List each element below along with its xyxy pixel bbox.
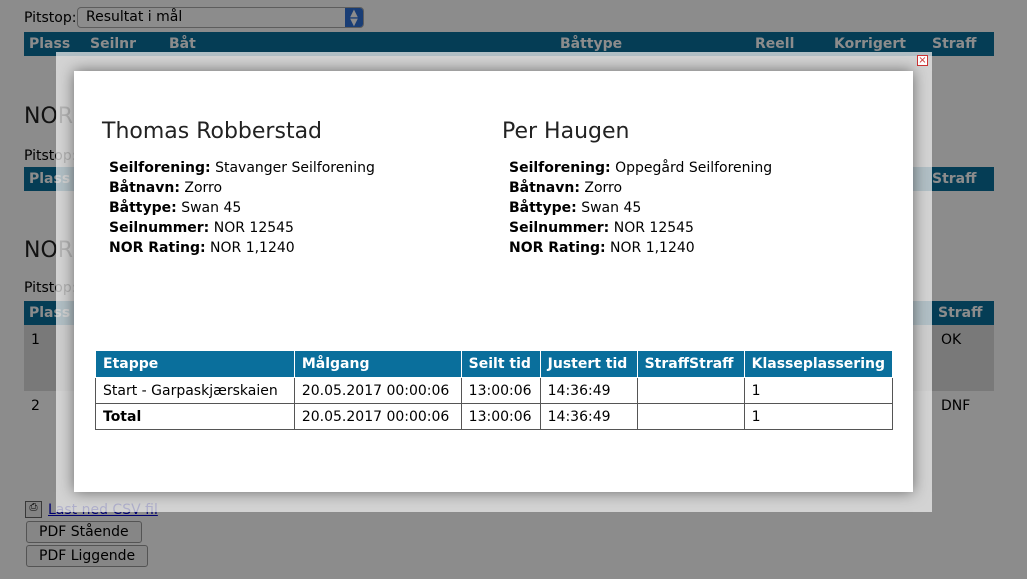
- field-label: Seilforening:: [109, 160, 211, 176]
- cell-seilt-tid: 13:00:06: [460, 403, 541, 430]
- field-label: NOR Rating:: [509, 240, 606, 256]
- person-info-2: Seilforening: Oppegård Seilforening Båtn…: [502, 158, 772, 258]
- cell-malgang: 20.05.2017 00:00:06: [293, 403, 462, 430]
- field-value: Stavanger Seilforening: [215, 160, 375, 176]
- cell-justert-tid: 14:36:49: [539, 403, 638, 430]
- cell-justert-tid: 14:36:49: [539, 377, 638, 404]
- person-card-1: Thomas Robberstad Seilforening: Stavange…: [102, 119, 375, 258]
- field-value: Swan 45: [181, 200, 242, 216]
- field-label: Båtnavn:: [509, 180, 580, 196]
- field-label: NOR Rating:: [109, 240, 206, 256]
- cell-straff: [636, 403, 745, 430]
- field-label: Seilnummer:: [509, 220, 610, 236]
- cell-malgang: 20.05.2017 00:00:06: [293, 377, 462, 404]
- table-row: Start - Garpaskjærskaien 20.05.2017 00:0…: [95, 377, 894, 404]
- person-info-1: Seilforening: Stavanger Seilforening Båt…: [102, 158, 375, 258]
- person-name-2: Per Haugen: [502, 119, 630, 144]
- field-value: NOR 12545: [613, 220, 694, 236]
- th-malgang: Målgang: [293, 350, 462, 378]
- person-name-1: Thomas Robberstad: [102, 119, 323, 144]
- table-row-total: Total 20.05.2017 00:00:06 13:00:06 14:36…: [95, 403, 894, 430]
- field-label: Seilnummer:: [109, 220, 210, 236]
- cell-straff: [636, 377, 745, 404]
- person-card-2: Per Haugen Seilforening: Oppegård Seilfo…: [502, 119, 772, 258]
- cell-etappe: Start - Garpaskjærskaien: [95, 377, 295, 404]
- field-value: Oppegård Seilforening: [615, 160, 773, 176]
- field-value: Swan 45: [581, 200, 642, 216]
- cell-klasseplassering: 1: [743, 377, 894, 404]
- field-value: Zorro: [584, 180, 623, 196]
- th-justert-tid: Justert tid: [539, 350, 638, 378]
- cell-seilt-tid: 13:00:06: [460, 377, 541, 404]
- field-value: NOR 12545: [213, 220, 294, 236]
- close-icon[interactable]: ×: [917, 55, 928, 66]
- field-value: Zorro: [184, 180, 223, 196]
- field-value: NOR 1,1240: [210, 240, 295, 256]
- table-header-row: Etappe Målgang Seilt tid Justert tid Str…: [95, 350, 894, 378]
- th-straff: StraffStraff: [636, 350, 745, 378]
- field-label: Båttype:: [509, 200, 577, 216]
- th-seilt-tid: Seilt tid: [460, 350, 541, 378]
- field-label: Seilforening:: [509, 160, 611, 176]
- th-klasseplassering: Klasseplassering: [743, 350, 894, 378]
- field-value: NOR 1,1240: [610, 240, 695, 256]
- cell-klasseplassering: 1: [743, 403, 894, 430]
- field-label: Båttype:: [109, 200, 177, 216]
- sailor-details-modal: Thomas Robberstad Seilforening: Stavange…: [74, 71, 913, 492]
- stage-results-table: Etappe Målgang Seilt tid Justert tid Str…: [95, 350, 894, 430]
- field-label: Båtnavn:: [109, 180, 180, 196]
- cell-etappe: Total: [95, 403, 295, 430]
- th-etappe: Etappe: [95, 350, 295, 378]
